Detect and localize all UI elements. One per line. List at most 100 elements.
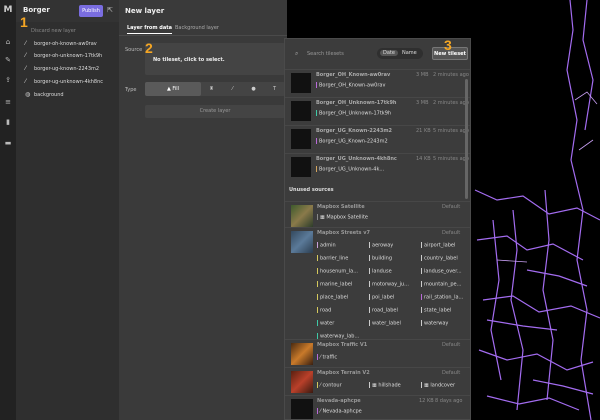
type-circle-button[interactable]: ● (243, 82, 264, 96)
logo-icon[interactable]: M (2, 5, 14, 17)
layer-item[interactable]: ⁄ borger-oh-known-aw0rav (25, 39, 117, 49)
layer-item[interactable]: ⁄ borger-oh-unknown-17tk9h (25, 51, 117, 61)
source-label: Source (125, 47, 143, 53)
layer-color-bar (421, 382, 422, 388)
source-layer-item[interactable]: poi_label (369, 294, 417, 301)
external-link-icon[interactable]: ⇱ (107, 6, 115, 14)
layer-item-label: borger-ug-unknown-4kh8nc (34, 79, 104, 85)
layer-color-bar (369, 307, 370, 313)
source-layer-item[interactable]: housenum_la... (317, 268, 365, 275)
source-layer-item[interactable]: country_label (421, 255, 469, 262)
source-layer-item[interactable]: airport_label (421, 242, 469, 249)
source-layer-item[interactable]: water (317, 320, 365, 327)
source-row: Mapbox Satellite Default ▦ Mapbox Satell… (285, 201, 470, 227)
layer-item[interactable]: ◍ background (25, 90, 117, 100)
source-layer-item[interactable]: road (317, 307, 365, 314)
source-name: Nevada-aphcpe (317, 398, 361, 404)
tileset-layer[interactable]: Borger_UG_Known-2243m2 (316, 138, 388, 145)
source-layer-item[interactable]: ⁄ Nevada-aphcpe (317, 408, 397, 415)
folder-icon[interactable]: ▬ (4, 139, 12, 147)
layer-item[interactable]: ⁄ borger-ug-unknown-4kh8nc (25, 77, 117, 87)
source-layer-item[interactable]: ⁄ traffic (317, 354, 365, 361)
tileset-layer[interactable]: Borger_OH_Unknown-17tk9h (316, 110, 391, 117)
tileset-size: 21 KB (416, 128, 431, 134)
sort-toggle: Date Name (377, 48, 423, 59)
type-fill-button[interactable]: ▲ Fill (145, 82, 201, 96)
style-title: Borger (23, 6, 50, 14)
tileset-size: 3 MB (416, 100, 429, 106)
source-layer-label: barrier_line (320, 255, 349, 262)
source-layer-item[interactable]: waterway (421, 320, 469, 327)
tileset-thumbnail (291, 101, 311, 121)
layer-color-bar (369, 320, 370, 326)
sort-date-option[interactable]: Date (380, 50, 398, 56)
source-layer-item[interactable]: ▦ Mapbox Satellite (317, 214, 397, 221)
source-layer-item[interactable]: state_label (421, 307, 469, 314)
tileset-layer[interactable]: Borger_OH_Known-aw0rav (316, 82, 385, 89)
dropdown-scrollbar[interactable] (465, 79, 468, 199)
tileset-layer[interactable]: Borger_UG_Unknown-4k... (316, 166, 384, 173)
source-layer-item[interactable]: road_label (369, 307, 417, 314)
source-layer-item[interactable]: ▦ hillshade (369, 382, 417, 389)
line-layer-icon: ⁄ (25, 40, 27, 47)
type-extrusion-button[interactable]: ♜ (201, 82, 222, 96)
layer-color-bar (421, 255, 422, 261)
tileset-size: 3 MB (416, 72, 429, 78)
source-layer-item[interactable]: mountain_pe... (421, 281, 469, 288)
search-icon: ⌕ (295, 50, 299, 57)
new-layer-tabs: Layer from data Background layer (119, 22, 287, 36)
line-layer-icon: ⁄ (25, 78, 27, 85)
source-layer-label: place_label (320, 294, 349, 301)
source-layer-item[interactable]: barrier_line (317, 255, 365, 262)
source-layer-item[interactable]: landuse (369, 268, 417, 275)
discard-new-layer-button[interactable]: Discard new layer (31, 28, 76, 34)
source-layer-item[interactable]: admin (317, 242, 365, 249)
source-layer-item[interactable]: motorway_ju... (369, 281, 417, 288)
tileset-row[interactable]: Borger_OH_Unknown-17tk9h 3 MB 2 minutes … (285, 97, 470, 125)
publish-button[interactable]: Publish (79, 5, 103, 17)
source-layer-item[interactable]: ▦ landcover (421, 382, 469, 389)
layer-item-label: borger-oh-unknown-17tk9h (34, 53, 103, 59)
sort-name-option[interactable]: Name (402, 50, 417, 56)
source-thumbnail (291, 399, 313, 419)
paint-icon[interactable]: ✎ (4, 56, 12, 64)
create-layer-button[interactable]: Create layer (145, 105, 285, 118)
database-icon[interactable]: ≡ (4, 98, 12, 106)
tileset-name: Borger_UG_Unknown-4kh8nc (316, 156, 397, 162)
source-layer-item[interactable]: ⁄ contour (317, 382, 365, 389)
source-name: Mapbox Traffic V1 (317, 342, 368, 348)
callout-1: 1 (20, 14, 28, 30)
search-input[interactable]: Search tilesets (307, 51, 344, 57)
tab-background-layer[interactable]: Background layer (175, 25, 219, 31)
source-layer-item[interactable]: water_label (369, 320, 417, 327)
source-layer-item[interactable]: aeroway (369, 242, 417, 249)
layer-color-bar (317, 307, 318, 313)
tileset-row[interactable]: Borger_UG_Unknown-4kh8nc 14 KB 5 minutes… (285, 153, 470, 181)
upload-icon[interactable]: ⇪ (4, 76, 12, 84)
source-layer-item[interactable]: landuse_over... (421, 268, 469, 275)
source-layer-label: airport_label (424, 242, 456, 249)
home-icon[interactable]: ⌂ (4, 38, 12, 46)
layer-color-bar (317, 382, 318, 388)
tileset-dropdown: ⌕ Search tilesets Date Name New tileset … (284, 38, 471, 420)
layer-item[interactable]: ⁄ borger-ug-known-2243m2 (25, 64, 117, 74)
source-layer-label: admin (320, 242, 336, 249)
tileset-thumbnail (291, 157, 311, 177)
chart-icon[interactable]: ▮ (4, 118, 12, 126)
source-layer-item[interactable]: marine_label (317, 281, 365, 288)
source-thumbnail (291, 371, 313, 393)
layer-item-label: background (34, 92, 64, 98)
tab-layer-from-data[interactable]: Layer from data (127, 25, 173, 34)
source-layer-item[interactable]: place_label (317, 294, 365, 301)
layer-color-bar (369, 255, 370, 261)
source-layer-item[interactable]: rail_station_la... (421, 294, 469, 301)
tileset-row[interactable]: Borger_OH_Known-aw0rav 3 MB 2 minutes ag… (285, 69, 470, 97)
type-line-button[interactable]: ⁄ (222, 82, 243, 96)
layer-color-bar (421, 281, 422, 287)
type-symbol-button[interactable]: T (264, 82, 285, 96)
tileset-thumbnail (291, 73, 311, 93)
source-layer-item[interactable]: building (369, 255, 417, 262)
tileset-row[interactable]: Borger_UG_Known-2243m2 21 KB 5 minutes a… (285, 125, 470, 153)
layer-item-label: borger-ug-known-2243m2 (34, 66, 100, 72)
source-select[interactable]: No tileset, click to select. (145, 43, 285, 75)
